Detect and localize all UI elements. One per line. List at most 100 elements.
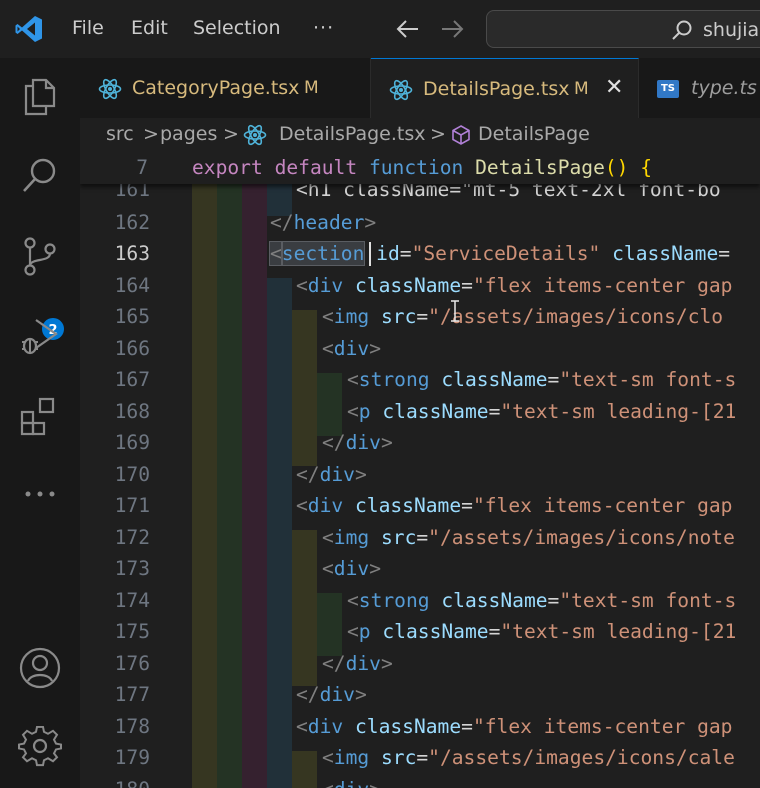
code-token: >: [369, 557, 381, 580]
code-token: <: [347, 589, 359, 612]
run-debug-icon[interactable]: [18, 314, 62, 358]
code-token: className: [343, 274, 462, 297]
source-control-icon[interactable]: [18, 234, 62, 278]
code-token: =: [547, 589, 560, 612]
line-number: 163: [114, 242, 150, 265]
code-token: =: [547, 368, 560, 391]
tab-type-ts[interactable]: TS type.ts: [639, 58, 760, 118]
react-icon: [243, 124, 267, 146]
line-number: 172: [114, 526, 150, 549]
tab-label: type.ts: [691, 77, 757, 99]
code-token: <: [347, 368, 359, 391]
line-number: 171: [114, 494, 150, 517]
code-line: <img src="/assets/images/icons/note: [192, 526, 735, 549]
menu-file[interactable]: File: [72, 17, 104, 39]
breadcrumb: src > pages > DetailsPage.tsx > DetailsP…: [80, 118, 760, 152]
code-token: </: [270, 211, 294, 234]
code-token: <: [322, 746, 334, 769]
editor-tab-bar: CategoryPage.tsx M DetailsPage.tsx M ✕ T…: [80, 58, 760, 118]
code-editor[interactable]: 7 export default function DetailsPage() …: [80, 152, 760, 788]
sticky-scroll-header[interactable]: 7 export default function DetailsPage() …: [80, 152, 760, 184]
tab-details-page[interactable]: DetailsPage.tsx M ✕: [371, 58, 639, 118]
code-token: div: [333, 557, 370, 580]
code-token: src: [369, 526, 417, 549]
code-line: <strong className="text-sm font-s: [192, 589, 736, 612]
breadcrumb-separator: >: [223, 123, 239, 145]
code-token: <: [296, 715, 308, 738]
code-token: <: [296, 494, 308, 517]
code-token: =: [461, 494, 473, 517]
code-token: className: [370, 400, 489, 423]
line-number: 168: [114, 400, 150, 423]
line-number: 164: [114, 274, 150, 297]
breadcrumb-file[interactable]: DetailsPage.tsx: [279, 123, 426, 145]
line-number: 176: [114, 652, 150, 675]
breadcrumb-separator: >: [430, 123, 446, 145]
code-token: className: [429, 368, 548, 391]
line-number: 175: [114, 620, 150, 643]
typescript-icon: TS: [657, 80, 679, 98]
line-number: 178: [114, 715, 150, 738]
code-token: className: [343, 494, 462, 517]
arrow-left-icon[interactable]: [394, 14, 422, 44]
code-token: "text-sm leading-[21: [500, 400, 737, 423]
code-token: </: [322, 652, 346, 675]
code-line: export default function DetailsPage() {: [192, 156, 652, 179]
code-line: </header>: [192, 211, 376, 234]
gear-icon[interactable]: [18, 724, 62, 768]
arrow-right-icon[interactable]: [438, 14, 466, 44]
code-token: </: [296, 683, 320, 706]
code-token: src: [369, 746, 417, 769]
line-number: 165: [114, 305, 150, 328]
search-text: shujia-: [703, 19, 760, 41]
breadcrumb-separator: >: [143, 123, 159, 145]
code-token: div: [334, 778, 369, 788]
search-icon[interactable]: [18, 154, 62, 198]
code-token: p: [358, 620, 371, 643]
code-token: div: [307, 274, 344, 297]
code-token: div: [333, 337, 370, 360]
extensions-icon[interactable]: [18, 394, 62, 438]
code-token: "flex items-center gap: [472, 274, 733, 297]
code-token: <: [322, 305, 334, 328]
code-line: </div>: [192, 463, 367, 486]
code-token: >: [369, 778, 381, 788]
ellipsis-icon[interactable]: [18, 472, 62, 516]
code-line: </div>: [192, 652, 393, 675]
code-token: </: [322, 431, 346, 454]
code-token: <: [322, 778, 334, 788]
menu-more[interactable]: ···: [313, 17, 334, 39]
breadcrumb-symbol[interactable]: DetailsPage: [478, 123, 590, 145]
menu-selection[interactable]: Selection: [193, 17, 281, 39]
breadcrumb-pages[interactable]: pages: [160, 123, 217, 145]
code-line: <p className="text-sm leading-[21: [192, 620, 736, 643]
tab-category-page[interactable]: CategoryPage.tsx M: [80, 58, 371, 118]
line-number: 162: [114, 211, 150, 234]
tab-label: DetailsPage.tsx: [423, 78, 570, 100]
files-icon[interactable]: [18, 74, 62, 118]
code-token: div: [307, 715, 344, 738]
code-token: =: [416, 305, 429, 328]
code-token: <: [347, 620, 359, 643]
line-number: 174: [114, 589, 150, 612]
close-icon[interactable]: ✕: [605, 75, 623, 100]
code-line: <div>: [192, 337, 381, 360]
tab-label: CategoryPage.tsx: [132, 77, 300, 99]
code-token: <: [269, 241, 283, 266]
account-icon[interactable]: [18, 646, 62, 690]
menu-edit[interactable]: Edit: [131, 17, 168, 39]
code-token: className: [429, 589, 548, 612]
command-center-search[interactable]: shujia-: [486, 10, 760, 48]
code-line: <div>: [192, 778, 381, 788]
search-icon: [672, 20, 692, 40]
code-token: p: [358, 400, 371, 423]
code-token: "ServiceDetails": [411, 242, 601, 265]
code-token: "/assets/images/icons/clo: [428, 305, 724, 328]
modified-indicator: M: [304, 78, 319, 98]
code-token: section: [280, 241, 366, 266]
vscode-logo-icon: [15, 16, 42, 42]
code-line: </div>: [192, 683, 367, 706]
breadcrumb-src[interactable]: src: [106, 123, 134, 145]
code-token: >: [369, 337, 381, 360]
code-token: div: [345, 431, 381, 454]
